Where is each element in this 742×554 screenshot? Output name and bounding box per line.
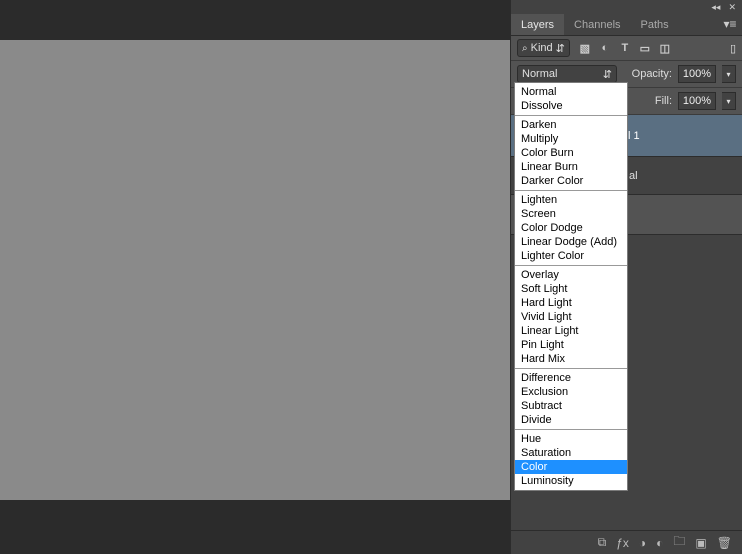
blend-mode-option[interactable]: Luminosity [515,474,627,488]
collapse-icon[interactable]: ◂◂ [711,2,720,13]
panel-topbar: ◂◂ ✕ [511,0,742,14]
blend-mode-option[interactable]: Lighten [515,193,627,207]
search-icon: ⌕ [522,43,528,54]
opacity-input[interactable]: 100% [678,65,716,83]
filter-shape-icon[interactable]: ▭ [638,41,652,55]
new-fill-icon[interactable]: ◐ [656,536,663,550]
layer-mask-icon[interactable]: ◑ [639,536,646,550]
blend-mode-option[interactable]: Subtract [515,399,627,413]
opacity-label: Opacity: [632,68,672,80]
filter-pixel-icon[interactable]: ▧ [578,41,592,55]
panel-tabs: Layers Channels Paths ▾≡ [511,14,742,36]
filter-toggle-icon[interactable]: ▯ [730,42,736,55]
fill-label: Fill: [655,95,672,107]
filter-adjustment-icon[interactable]: ◐ [598,41,612,55]
tab-layers[interactable]: Layers [511,14,564,35]
blend-mode-option[interactable]: Lighter Color [515,249,627,263]
blend-mode-value: Normal [522,68,557,80]
blend-mode-option[interactable]: Multiply [515,132,627,146]
new-group-icon[interactable]: 🗀 [673,532,685,553]
blend-mode-option[interactable]: Exclusion [515,385,627,399]
close-icon[interactable]: ✕ [728,2,736,13]
blend-mode-option[interactable]: Color Burn [515,146,627,160]
layer-name[interactable]: al [629,170,638,182]
blend-mode-option[interactable]: Screen [515,207,627,221]
chevron-updown-icon: ⇵ [603,68,612,81]
chevron-updown-icon: ⇵ [556,42,565,55]
blend-mode-option[interactable]: Color Dodge [515,221,627,235]
canvas-area[interactable] [0,40,512,500]
kind-filter-select[interactable]: ⌕ Kind ⇵ [517,39,570,57]
filter-type-icon[interactable]: T [618,41,632,55]
blend-mode-option[interactable]: Linear Burn [515,160,627,174]
blend-mode-option[interactable]: Pin Light [515,338,627,352]
blend-mode-option[interactable]: Difference [515,371,627,385]
blend-mode-option[interactable]: Soft Light [515,282,627,296]
blend-mode-option[interactable]: Darker Color [515,174,627,188]
blend-mode-option[interactable]: Darken [515,118,627,132]
opacity-dropdown[interactable]: ▾ [722,65,736,83]
blend-mode-select[interactable]: Normal ⇵ [517,65,617,83]
blend-mode-option[interactable]: Hard Light [515,296,627,310]
blend-mode-option[interactable]: Linear Light [515,324,627,338]
blend-mode-option[interactable]: Normal [515,85,627,99]
blend-mode-option[interactable]: Vivid Light [515,310,627,324]
blend-mode-option[interactable]: Dissolve [515,99,627,113]
blend-mode-option[interactable]: Linear Dodge (Add) [515,235,627,249]
layer-style-icon[interactable]: ƒx [616,536,629,550]
blend-mode-option[interactable]: Hard Mix [515,352,627,366]
blend-mode-option[interactable]: Divide [515,413,627,427]
blend-mode-option[interactable]: Saturation [515,446,627,460]
new-layer-icon[interactable]: ▣ [695,536,706,550]
blend-mode-dropdown: NormalDissolve DarkenMultiplyColor BurnL… [514,82,628,491]
blend-mode-option[interactable]: Overlay [515,268,627,282]
tab-channels[interactable]: Channels [564,14,630,35]
link-layers-icon[interactable]: ⧉ [598,535,607,550]
fill-input[interactable]: 100% [678,92,716,110]
kind-label: Kind [531,42,553,54]
blend-mode-option[interactable]: Hue [515,432,627,446]
blend-mode-option[interactable]: Color [515,460,627,474]
filter-smart-icon[interactable]: ◫ [658,41,672,55]
fill-dropdown[interactable]: ▾ [722,92,736,110]
tab-paths[interactable]: Paths [631,14,679,35]
filter-row: ⌕ Kind ⇵ ▧ ◐ T ▭ ◫ ▯ [511,36,742,61]
delete-layer-icon[interactable]: 🗑 [717,536,732,550]
panel-menu-icon[interactable]: ▾≡ [722,17,738,31]
panel-bottom-toolbar: ⧉ ƒx ◑ ◐ 🗀 ▣ 🗑 [511,530,742,554]
